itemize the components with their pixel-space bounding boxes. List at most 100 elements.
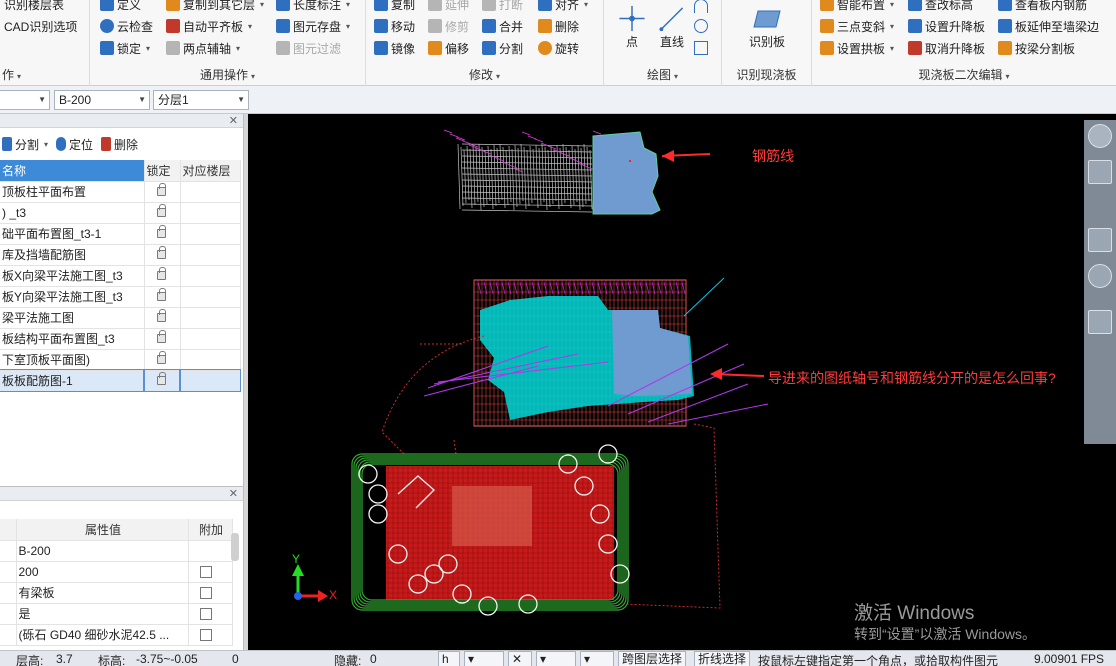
element-type-select[interactable]: ▼ [0, 90, 50, 110]
property-row[interactable]: B-200 [0, 540, 233, 562]
extra-checkbox[interactable] [199, 629, 212, 642]
dynamic-input-button[interactable]: ▾ [580, 651, 614, 666]
lock-cell[interactable] [144, 328, 181, 350]
floor-cell[interactable] [180, 181, 241, 203]
lock-button[interactable]: 锁定 ▾ [100, 38, 150, 58]
identify-floor-table-button[interactable]: 识别楼层表 [4, 0, 64, 14]
move-button[interactable]: 移动 [374, 16, 415, 36]
locate-button[interactable]: 定位 [56, 136, 93, 153]
extend-button[interactable]: 延伸 [428, 0, 469, 14]
polyline-select-button[interactable]: 折线选择 [694, 651, 751, 666]
extra-checkbox[interactable] [199, 566, 212, 579]
layer-view-icon[interactable] [1088, 310, 1112, 334]
property-value[interactable]: 有梁板 [16, 582, 189, 604]
lock-cell[interactable] [144, 349, 181, 371]
property-value[interactable]: 200 [16, 561, 189, 583]
view-slab-rebar-button[interactable]: 查看板内钢筋 [998, 0, 1087, 14]
element-filter-button[interactable]: 图元过滤 [276, 38, 341, 58]
column-header-floor[interactable]: 对应楼层 [180, 160, 241, 182]
rotate-button[interactable]: 旋转 [538, 38, 579, 58]
floor-cell[interactable] [180, 307, 241, 329]
lock-icon[interactable] [156, 203, 166, 217]
lock-cell[interactable] [144, 286, 181, 308]
arc-button[interactable] [694, 0, 708, 16]
cross-layer-select-button[interactable]: 跨图层选择 [618, 651, 687, 666]
lock-cell[interactable] [144, 307, 181, 329]
floor-cell[interactable] [180, 349, 241, 371]
floor-cell[interactable] [180, 286, 241, 308]
three-point-slope-button[interactable]: 三点变斜 ▾ [820, 16, 894, 36]
lock-icon[interactable] [156, 308, 166, 322]
property-value[interactable]: 是 [16, 603, 189, 625]
split-button[interactable]: 分割 [482, 38, 523, 58]
lock-icon[interactable] [156, 371, 166, 385]
define-button[interactable]: 定义 [100, 0, 141, 14]
delete-drawing-button[interactable]: 删除 [101, 136, 138, 153]
drawing-row[interactable]: 梁平法施工图 [0, 307, 241, 329]
edit-elevation-button[interactable]: 查改标高 [908, 0, 973, 14]
drawing-row[interactable]: 板X向梁平法施工图_t3 [0, 265, 241, 287]
angle-snap-button[interactable]: ▾ [536, 651, 576, 666]
view-cube-icon[interactable] [1088, 228, 1112, 252]
line-button[interactable]: 直线 [644, 4, 700, 50]
drawing-viewport[interactable]: 钢筋线 导进来的图纸轴号和钢筋线分开的是怎么回事? Y X 激活 Windows… [248, 114, 1116, 650]
trim-button[interactable]: 修剪 [428, 16, 469, 36]
lock-icon[interactable] [156, 182, 166, 196]
lock-icon[interactable] [156, 287, 166, 301]
layer-select[interactable]: 分层1 ▼ [153, 90, 249, 110]
lock-cell[interactable] [144, 181, 181, 203]
element-save-button[interactable]: 图元存盘 ▾ [276, 16, 350, 36]
circle-button[interactable] [694, 16, 708, 36]
two-point-axis-button[interactable]: 两点辅轴 ▾ [166, 38, 240, 58]
property-scrollbar[interactable] [231, 533, 239, 561]
floor-cell[interactable] [180, 223, 241, 245]
merge-button[interactable]: 合并 [482, 16, 523, 36]
drawing-row[interactable]: 板板配筋图-1 [0, 369, 241, 392]
auto-align-slab-button[interactable]: 自动平齐板 ▾ [166, 16, 252, 36]
break-button[interactable]: 打断 [482, 0, 523, 14]
floor-cell[interactable] [179, 369, 241, 392]
lock-cell[interactable] [144, 265, 181, 287]
align-button[interactable]: 对齐 ▾ [538, 0, 588, 14]
lock-icon[interactable] [156, 224, 166, 238]
drawing-row[interactable]: 板Y向梁平法施工图_t3 [0, 286, 241, 308]
set-arch-slab-button[interactable]: 设置拱板 ▾ [820, 38, 894, 58]
slab-name-select[interactable]: B-200 ▼ [54, 90, 150, 110]
column-header-lock[interactable]: 锁定 [144, 160, 181, 182]
property-value[interactable]: B-200 [16, 540, 189, 562]
smart-place-button[interactable]: 智能布置 ▾ [820, 0, 894, 14]
lock-cell[interactable] [143, 369, 181, 392]
delete-button[interactable]: 删除 [538, 16, 579, 36]
cancel-lift-slab-button[interactable]: 取消升降板 [908, 38, 985, 58]
lock-icon[interactable] [156, 329, 166, 343]
mirror-button[interactable]: 镜像 [374, 38, 415, 58]
extend-slab-button[interactable]: 板延伸至墙梁边 [998, 16, 1099, 36]
lock-icon[interactable] [156, 350, 166, 364]
split-slab-by-beam-button[interactable]: 按梁分割板 [998, 38, 1075, 58]
orbit-icon[interactable] [1088, 124, 1112, 148]
floor-cell[interactable] [180, 265, 241, 287]
extra-checkbox[interactable] [199, 608, 212, 621]
close-icon[interactable]: ✕ [229, 487, 238, 501]
drawing-row[interactable]: ) _t3 [0, 202, 241, 224]
drawing-row[interactable]: 库及挡墙配筋图 [0, 244, 241, 266]
snap-point-button[interactable]: ▾ [464, 651, 504, 666]
drawing-row[interactable]: 下室顶板平面图) [0, 349, 241, 371]
set-lift-slab-button[interactable]: 设置升降板 [908, 16, 985, 36]
rotate-view-icon[interactable] [1088, 264, 1112, 288]
lock-icon[interactable] [156, 245, 166, 259]
lock-icon[interactable] [156, 266, 166, 280]
drawing-row[interactable]: 顶板柱平面布置 [0, 181, 241, 203]
snap-mode-button[interactable]: h [438, 651, 460, 666]
offset-button[interactable]: 偏移 [428, 38, 469, 58]
identify-slab-button[interactable]: 识别板 [739, 4, 795, 50]
property-row[interactable]: 是 [0, 603, 233, 625]
split-drawing-button[interactable]: 分割 ▾ [2, 136, 48, 153]
floor-cell[interactable] [180, 202, 241, 224]
lock-cell[interactable] [144, 202, 181, 224]
property-row[interactable]: (砾石 GD40 细砂水泥42.5 ... [0, 624, 233, 646]
lock-cell[interactable] [144, 244, 181, 266]
cad-options-button[interactable]: CAD识别选项 [4, 16, 77, 36]
column-header-name[interactable]: 名称 [0, 160, 145, 182]
property-row[interactable]: 有梁板 [0, 582, 233, 604]
